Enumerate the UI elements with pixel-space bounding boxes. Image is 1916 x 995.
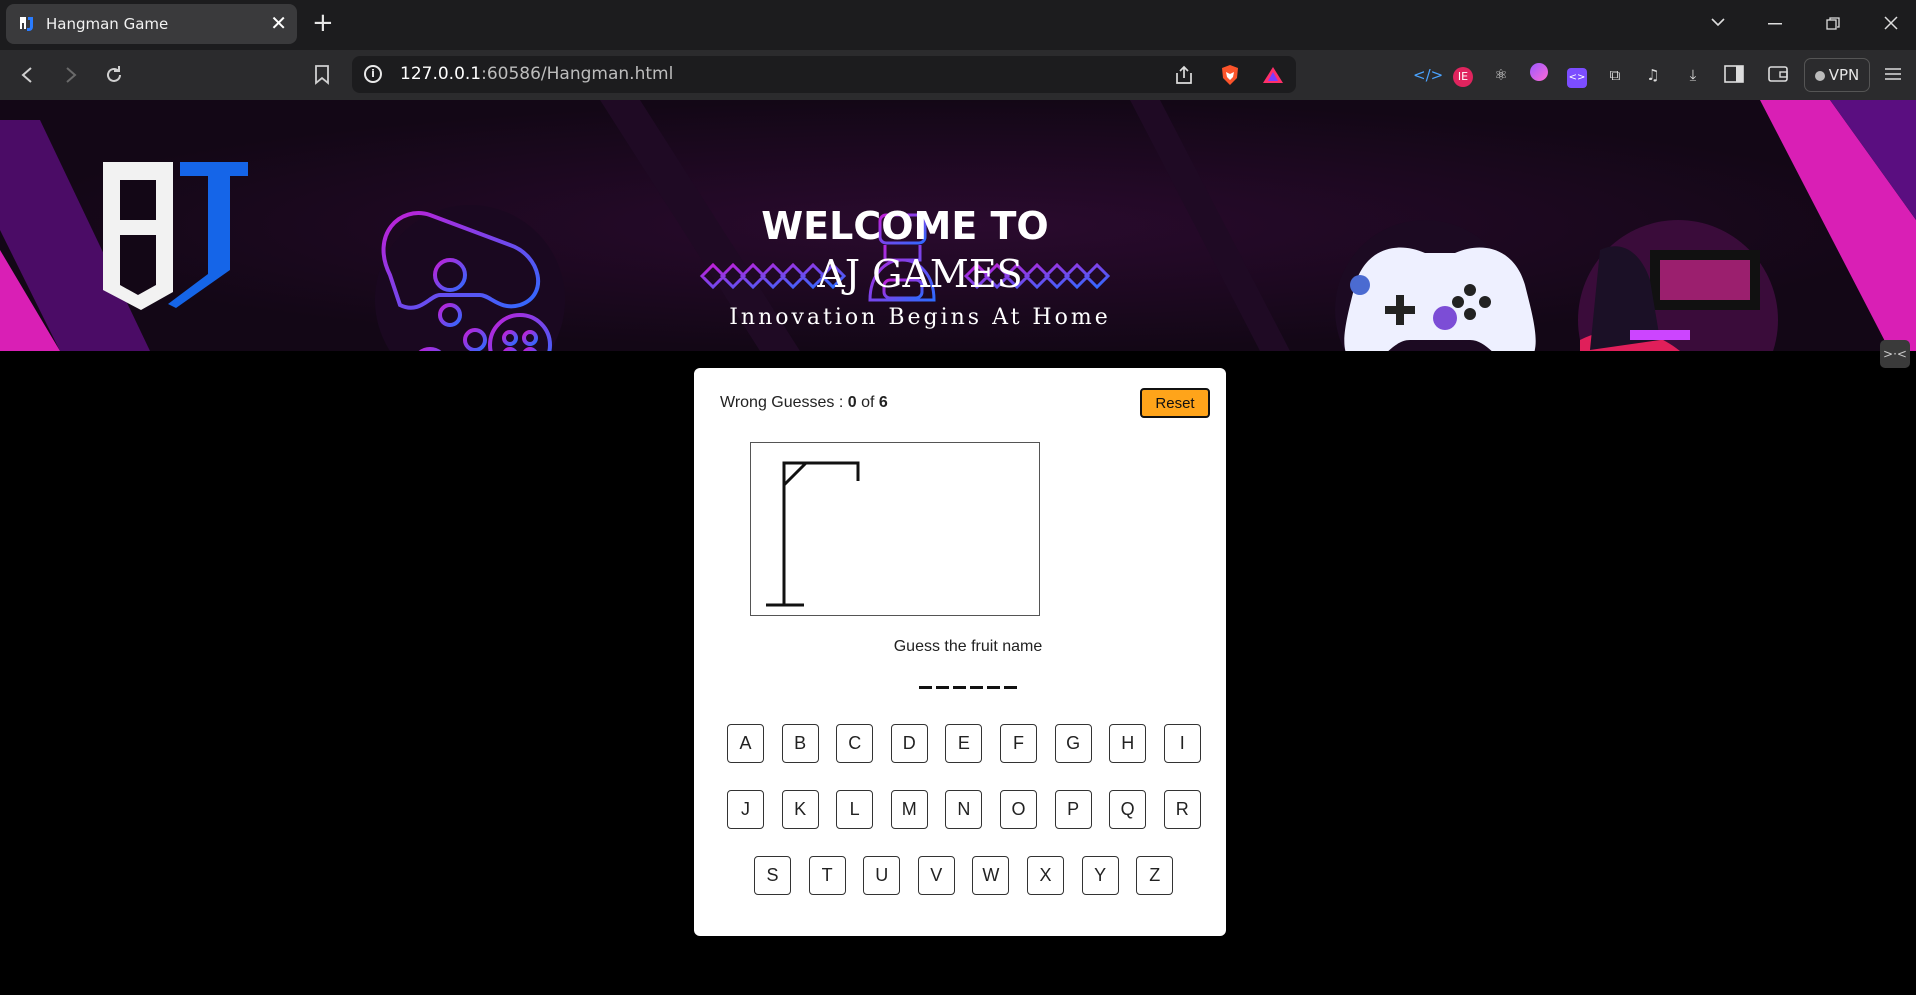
tab-hangman[interactable]: Hangman Game ✕ xyxy=(6,4,297,44)
share-icon[interactable] xyxy=(1174,65,1194,85)
letter-blank xyxy=(953,675,966,689)
key-x[interactable]: X xyxy=(1027,856,1064,895)
key-j[interactable]: J xyxy=(727,790,764,829)
hangman-drawing xyxy=(750,442,1040,616)
key-d[interactable]: D xyxy=(890,724,928,763)
restore-icon[interactable] xyxy=(1826,17,1840,31)
hangman-card: Wrong Guesses : 0 of 6 Reset Guess the f… xyxy=(694,368,1226,936)
menu-icon[interactable] xyxy=(1884,67,1908,91)
url-text[interactable]: 127.0.0.1:60586/Hangman.html xyxy=(400,64,673,84)
letter-blank xyxy=(936,675,949,689)
key-y[interactable]: Y xyxy=(1081,856,1119,895)
key-f[interactable]: F xyxy=(1000,724,1037,763)
banner-brand-text: AJ GAMES xyxy=(817,252,1023,296)
key-u[interactable]: U xyxy=(863,856,901,895)
brave-shields-icon[interactable] xyxy=(1220,64,1240,86)
wrong-guesses-of: of xyxy=(861,394,875,411)
site-info-icon[interactable]: i xyxy=(364,65,382,83)
devtools-extension-icon[interactable]: </> xyxy=(1413,63,1443,87)
vpn-label: VPN xyxy=(1828,66,1860,84)
key-r[interactable]: R xyxy=(1163,790,1201,829)
banner-welcome-text: WELCOME TO xyxy=(761,204,1049,248)
site-banner: WELCOME TO AJ GAMES Innovation Begins At… xyxy=(0,100,1916,351)
banner-tagline: Innovation Begins At Home xyxy=(729,305,1111,330)
code-extension-icon[interactable]: <> xyxy=(1565,63,1589,88)
key-p[interactable]: P xyxy=(1054,790,1092,829)
wallet-icon[interactable] xyxy=(1768,65,1792,89)
key-i[interactable]: I xyxy=(1163,724,1201,763)
letter-blank xyxy=(919,675,932,689)
key-g[interactable]: G xyxy=(1054,724,1092,763)
key-c[interactable]: C xyxy=(836,724,874,763)
browser-toolbar: i 127.0.0.1:60586/Hangman.html </> IE ⚛ … xyxy=(0,50,1916,100)
key-k[interactable]: K xyxy=(781,790,819,829)
key-q[interactable]: Q xyxy=(1109,790,1147,829)
favicon-icon xyxy=(20,17,33,31)
wrong-guesses-label: Wrong Guesses : xyxy=(720,394,844,411)
key-t[interactable]: T xyxy=(808,856,846,895)
letter-blank xyxy=(1004,675,1017,689)
download-icon[interactable]: ⤓ xyxy=(1681,63,1705,87)
key-w[interactable]: W xyxy=(972,856,1010,895)
gallows-icon xyxy=(766,461,860,607)
tab-title: Hangman Game xyxy=(46,15,169,33)
key-v[interactable]: V xyxy=(917,856,955,895)
reload-icon[interactable] xyxy=(104,65,124,85)
wrong-guesses-max: 6 xyxy=(878,394,888,411)
wrong-guesses-counter: Wrong Guesses : 0 of 6 xyxy=(720,394,888,412)
key-l[interactable]: L xyxy=(836,790,874,829)
letter-blank xyxy=(970,675,983,689)
minimize-icon[interactable] xyxy=(1768,23,1782,25)
vpn-button[interactable]: VPN xyxy=(1804,58,1870,92)
reset-button[interactable]: Reset xyxy=(1140,388,1210,418)
close-window-icon[interactable] xyxy=(1884,16,1898,30)
forward-icon[interactable] xyxy=(64,66,78,84)
letter-blank xyxy=(987,675,1000,689)
brave-rewards-icon[interactable] xyxy=(1262,66,1284,84)
key-b[interactable]: B xyxy=(781,724,819,763)
tab-close-icon[interactable]: ✕ xyxy=(270,11,287,35)
tab-bar: Hangman Game ✕ + xyxy=(0,0,1916,50)
key-o[interactable]: O xyxy=(1000,790,1037,829)
key-h[interactable]: H xyxy=(1109,724,1147,763)
elementor-extension-icon[interactable]: IE xyxy=(1451,63,1475,87)
bookmark-icon[interactable] xyxy=(314,65,330,85)
key-e[interactable]: E xyxy=(945,724,983,763)
color-extension-icon[interactable] xyxy=(1527,63,1551,87)
word-blanks xyxy=(694,675,1226,694)
tab-search-icon[interactable] xyxy=(1710,16,1726,28)
key-m[interactable]: M xyxy=(890,790,928,829)
key-s[interactable]: S xyxy=(754,856,791,895)
side-panel-toggle-icon[interactable]: >·< xyxy=(1880,340,1910,368)
extensions-puzzle-icon[interactable]: ⧉ xyxy=(1603,63,1627,87)
media-music-icon[interactable]: ♫ xyxy=(1641,63,1665,87)
address-bar[interactable]: i 127.0.0.1:60586/Hangman.html xyxy=(352,56,1296,93)
react-extension-icon[interactable]: ⚛ xyxy=(1489,63,1513,87)
key-n[interactable]: N xyxy=(945,790,983,829)
key-a[interactable]: A xyxy=(727,724,764,763)
key-z[interactable]: Z xyxy=(1136,856,1174,895)
sidebar-toggle-icon[interactable] xyxy=(1724,65,1748,89)
word-hint: Guess the fruit name xyxy=(893,638,1043,655)
back-icon[interactable] xyxy=(20,66,34,84)
wrong-guesses-count: 0 xyxy=(847,394,857,411)
new-tab-button[interactable]: + xyxy=(312,8,334,38)
vpn-status-icon xyxy=(1814,71,1825,81)
